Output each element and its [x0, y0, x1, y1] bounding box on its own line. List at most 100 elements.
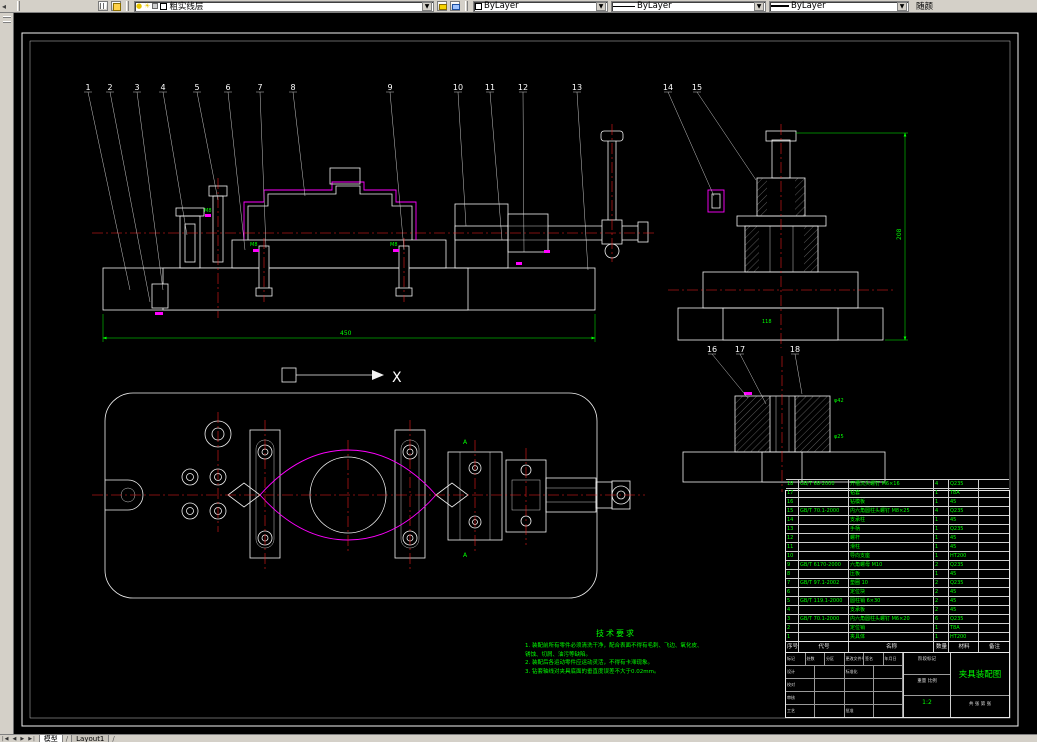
- layer-thaw-icon: ☀: [144, 1, 151, 10]
- layer-dropdown-arrow[interactable]: ▼: [422, 1, 432, 11]
- layer-dropdown[interactable]: ● ☀ 粗实线层 ▼: [134, 0, 434, 12]
- callouts-side[interactable]: 14 15: [663, 83, 757, 197]
- callout-number[interactable]: 2: [107, 83, 112, 92]
- callout-number[interactable]: 5: [194, 83, 199, 92]
- tb-label-mark: 标记: [786, 653, 806, 665]
- bom-row: 7 GB/T 97.1-2002 垫圈 10 2 Q235: [786, 578, 1009, 587]
- bom-row: 1 夹具体 1 HT200: [786, 632, 1009, 641]
- bom-row: 10 导向支座 1 HT200: [786, 551, 1009, 560]
- layer-name: 粗实线层: [169, 2, 204, 12]
- color-value: ByLayer: [484, 1, 519, 11]
- dock-grip: [2, 21, 11, 23]
- bom-table[interactable]: 1 夹具体 1 HT200 2 定位销 1 T8A 3 GB/T 70.1-2000 内六角圆柱头螺…: [785, 479, 1010, 718]
- tb-label-scale: 比例: [927, 678, 937, 684]
- callout-number[interactable]: 10: [453, 83, 463, 92]
- tab-nav-last-icon[interactable]: ▶|: [28, 736, 36, 742]
- color-dropdown-arrow[interactable]: ▼: [596, 1, 606, 11]
- side-view[interactable]: 118 208: [668, 124, 908, 348]
- tech-requirements[interactable]: 技术要求 1. 装配前所有零件必须清洗干净，配合表面不得有毛刺、飞边、氧化皮、锈…: [525, 628, 707, 676]
- front-view[interactable]: M8 M8 M8 450: [92, 124, 655, 342]
- left-toolbar-dock[interactable]: [0, 13, 14, 734]
- drawing-canvas[interactable]: M8 M8 M8 450 118 208 φ42 φ25 A A X 1 2 3…: [14, 13, 1037, 734]
- tb-label-doc: 更改文件号: [845, 653, 864, 665]
- tab-nav-first-icon[interactable]: |◀: [2, 736, 10, 742]
- section-mark-bottom: A: [463, 552, 468, 559]
- callout-number[interactable]: 12: [518, 83, 528, 92]
- bom-row: 11 滑柱 1 45: [786, 542, 1009, 551]
- callout-number[interactable]: 9: [387, 83, 392, 92]
- callout-number[interactable]: 7: [257, 83, 262, 92]
- detail-view[interactable]: φ42 φ25: [682, 356, 886, 492]
- lineweight-value: ByLayer: [791, 1, 826, 11]
- linetype-value: ByLayer: [637, 1, 672, 11]
- make-object-layer-current-icon[interactable]: [437, 1, 447, 11]
- callouts-detail[interactable]: 16 17 18: [707, 345, 803, 405]
- tab-model[interactable]: 模型: [38, 735, 63, 742]
- callout-number[interactable]: 18: [790, 345, 800, 354]
- callout-number[interactable]: 1: [85, 83, 90, 92]
- tab-nav-prev-icon[interactable]: ◀: [13, 736, 18, 742]
- tb-label-process: 工艺: [786, 705, 816, 717]
- bom-row: 3 GB/T 70.1-2000 内六角圆柱头螺钉 M6×20 6 Q235: [786, 614, 1009, 623]
- layer-previous-icon[interactable]: [450, 1, 460, 11]
- top-toolbar: ◂ ● ☀ 粗实线层 ▼ ByLayer ▼ ByLayer ▼ ByLayer…: [0, 0, 1037, 13]
- tb-label-stage: 阶段标记: [918, 657, 936, 662]
- layer-states-icon[interactable]: [111, 1, 121, 11]
- tech-requirements-title: 技术要求: [596, 629, 636, 638]
- bom-row: 16 钻模板 1 45: [786, 497, 1009, 506]
- layer-lock-icon: [152, 3, 159, 9]
- ucs-x-label: X: [392, 370, 402, 386]
- lineweight-dropdown[interactable]: ByLayer ▼: [769, 0, 909, 12]
- thread-label: M8: [250, 242, 258, 248]
- bom-row: 14 支承柱 1 45: [786, 515, 1009, 524]
- callout-number[interactable]: 11: [485, 83, 495, 92]
- toolbar-grip[interactable]: [465, 1, 468, 11]
- toolbar-overflow-icon[interactable]: ◂: [2, 2, 12, 11]
- layer-on-icon: ●: [136, 1, 143, 10]
- callout-number[interactable]: 4: [160, 83, 165, 92]
- callout-number[interactable]: 3: [134, 83, 139, 92]
- bom-row: 12 螺杆 1 45: [786, 533, 1009, 542]
- callout-number[interactable]: 17: [735, 345, 745, 354]
- ucs-icon: X: [281, 367, 402, 386]
- linetype-dropdown-arrow[interactable]: ▼: [754, 1, 764, 11]
- callout-number[interactable]: 6: [225, 83, 230, 92]
- linetype-dropdown[interactable]: ByLayer ▼: [611, 0, 766, 12]
- tb-label-weight: 重量: [917, 678, 927, 684]
- tab-nav-next-icon[interactable]: ▶: [20, 736, 25, 742]
- title-block: 标记 处数 分区 更改文件号 签名 年月日 设计 标准化 校对 审核 工艺 批准…: [786, 652, 1009, 717]
- bom-row: 6 定位块 2 45: [786, 587, 1009, 596]
- current-color-swatch: [475, 2, 482, 10]
- toolbar-grip[interactable]: [126, 1, 129, 11]
- bom-row: 8 压板 1 45: [786, 569, 1009, 578]
- front-width-dimension[interactable]: 450: [102, 314, 596, 342]
- tab-layout1[interactable]: Layout1: [71, 735, 110, 742]
- drawing-name: 夹具装配图: [958, 670, 1002, 680]
- section-mark-top: A: [463, 439, 468, 446]
- dock-grip: [2, 16, 11, 18]
- layer-color-swatch: [160, 2, 168, 10]
- color-dropdown[interactable]: ByLayer ▼: [473, 0, 608, 12]
- lineweight-dropdown-arrow[interactable]: ▼: [897, 1, 907, 11]
- bom-row: 18 GB/T 68-2000 开槽沉头螺钉 M6×16 4 Q235: [786, 479, 1009, 488]
- tb-label-sign: 签名: [864, 653, 884, 665]
- tb-label-design: 设计: [786, 666, 816, 678]
- title-block-mid: 阶段标记 重量 比例 1:2: [904, 653, 951, 717]
- callout-number[interactable]: 13: [572, 83, 582, 92]
- tb-sheets: 共 张 第 张: [951, 695, 1009, 717]
- bom-row: 4 支承板 2 45: [786, 605, 1009, 614]
- layer-properties-manager-icon[interactable]: [98, 1, 108, 11]
- callout-number[interactable]: 15: [692, 83, 702, 92]
- bom-row: 17 钻套 1 T8A: [786, 488, 1009, 497]
- plan-view[interactable]: A A: [92, 392, 645, 599]
- thread-label: M8: [390, 242, 398, 248]
- bom-row: 5 GB/T 119.1-2000 圆柱销 6×30 2 45: [786, 596, 1009, 605]
- callout-number[interactable]: 14: [663, 83, 673, 92]
- title-block-right: 夹具装配图 共 张 第 张: [951, 653, 1009, 717]
- callout-number[interactable]: 16: [707, 345, 717, 354]
- thread-label: M8: [204, 208, 212, 214]
- tab-divider: /: [112, 734, 115, 742]
- bom-row: 2 定位销 1 T8A: [786, 623, 1009, 632]
- toolbar-grip[interactable]: [17, 1, 20, 11]
- callout-number[interactable]: 8: [290, 83, 295, 92]
